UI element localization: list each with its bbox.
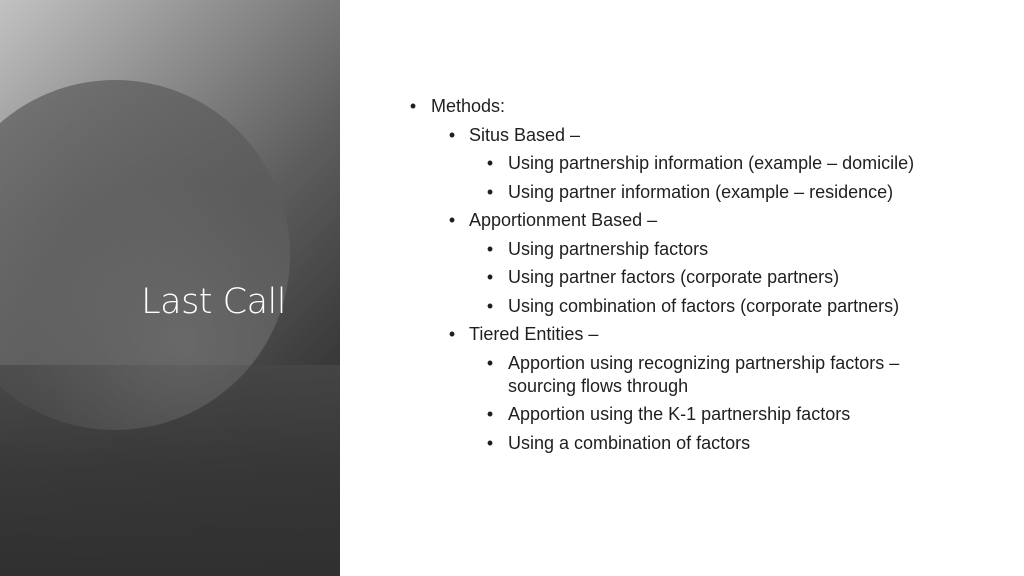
bullet-icon: •	[486, 181, 494, 202]
bullet-icon: •	[486, 404, 494, 424]
bullet-item: • Using partner information (example – re…	[486, 181, 894, 202]
bullet-item: • Using partnership factors	[486, 238, 709, 259]
bullet-icon: •	[448, 124, 456, 145]
bullet-icon: •	[448, 210, 456, 230]
bullet-item: • Using a combination of factors	[486, 432, 751, 453]
slide-title: Last Call	[141, 282, 286, 322]
bullet-icon: •	[409, 96, 417, 116]
bullet-icon: •	[448, 324, 456, 344]
bullet-list: • Methods: • Situs Based – • Using partners…	[408, 95, 968, 460]
bullet-icon: •	[486, 352, 494, 373]
bullet-item: • Apportionment Based –	[448, 210, 658, 230]
bullet-icon: •	[486, 153, 494, 173]
bullet-item: • Tiered Entities –	[448, 324, 599, 344]
bullet-icon: •	[486, 238, 494, 259]
bullet-item: • Situs Based –	[448, 124, 581, 145]
bullet-icon: •	[486, 295, 494, 316]
bullet-icon: •	[486, 432, 494, 453]
decorative-circle-reflection	[0, 80, 290, 430]
bullet-item: • Using partner factors (corporate partne…	[486, 267, 840, 287]
decorative-band	[0, 80, 340, 576]
bullet-item: • Apportion using recognizing partnership…	[486, 352, 900, 396]
bullet-item: • Methods:	[409, 96, 506, 116]
bullet-icon: •	[486, 267, 494, 287]
bullet-item: • Apportion using the K-1 partnership fac…	[486, 404, 851, 424]
bullet-item: • Using partnership information (example …	[486, 153, 915, 173]
bullet-item: • Using combination of factors (corporate…	[486, 295, 900, 316]
